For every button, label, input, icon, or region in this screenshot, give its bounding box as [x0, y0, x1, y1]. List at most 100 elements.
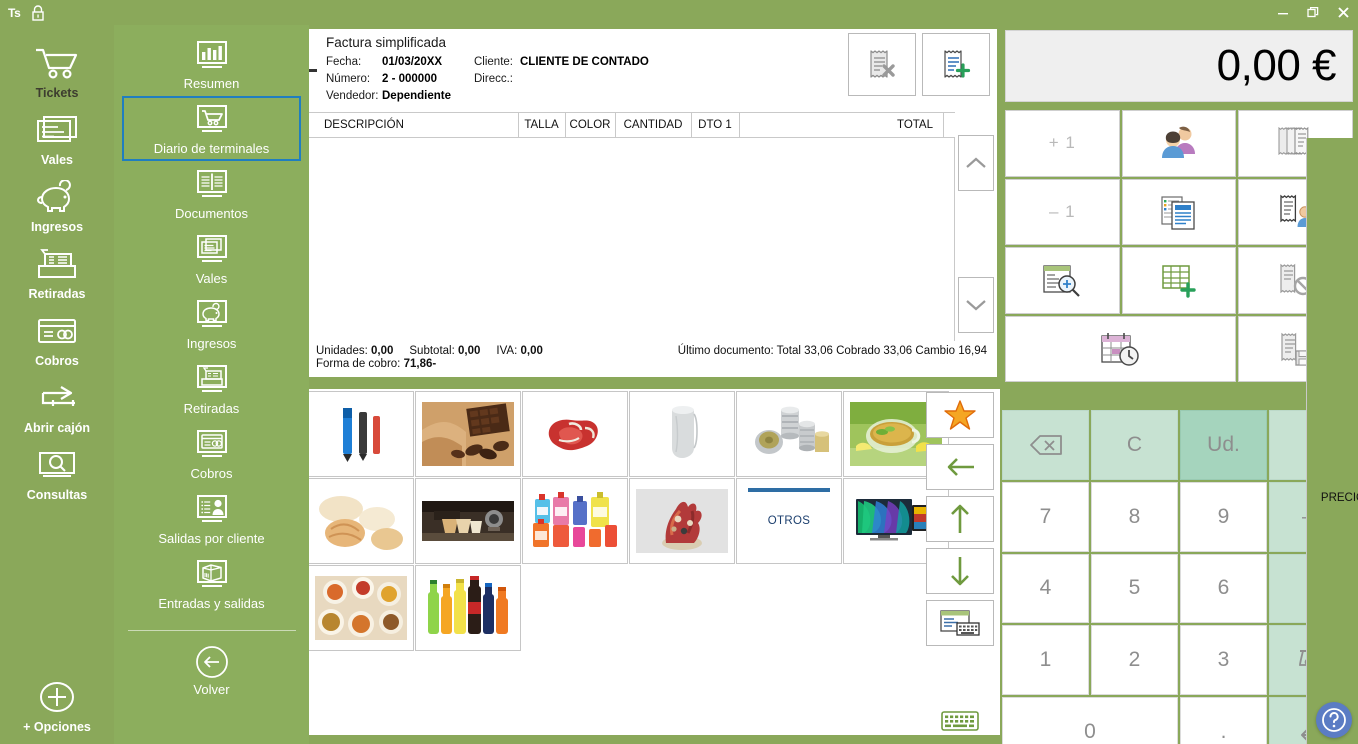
new-document-button[interactable]	[922, 33, 990, 96]
product-pens[interactable]	[308, 391, 414, 477]
help-button[interactable]	[1316, 702, 1352, 738]
document-line-items[interactable]	[306, 138, 955, 341]
close-button[interactable]	[1328, 0, 1358, 25]
view-document-button[interactable]	[1005, 247, 1120, 314]
sidebar-label-tickets: Tickets	[35, 86, 79, 100]
product-chocolate[interactable]	[415, 391, 521, 477]
receipt-delete-icon	[866, 48, 898, 82]
primary-sidebar: Tickets Vales Ingresos Retiradas Cobros …	[0, 25, 114, 744]
schedule-button[interactable]	[1005, 315, 1237, 382]
sidebar-label-vales: Vales	[41, 153, 73, 167]
page-up-button[interactable]	[926, 496, 994, 542]
action-button-grid: + 1 – 1	[1005, 110, 1353, 382]
submenu-item-vales[interactable]: Vales	[122, 226, 301, 291]
clear-key[interactable]: C	[1091, 410, 1178, 480]
product-otros[interactable]: OTROS	[736, 478, 842, 564]
sidebar-item-vales[interactable]: Vales	[2, 104, 112, 171]
key-9[interactable]: 9	[1180, 481, 1267, 552]
sidebar-label-cobros: Cobros	[35, 354, 79, 368]
sidebar-label-opciones: + Opciones	[23, 720, 91, 734]
key-8[interactable]: 8	[1091, 481, 1178, 552]
product-cleaning[interactable]	[522, 478, 628, 564]
submenu-item-cobros[interactable]: Cobros	[122, 421, 301, 486]
collapse-marker-icon	[308, 69, 317, 72]
product-bakery[interactable]	[308, 478, 414, 564]
sidebar-item-tickets[interactable]: Tickets	[2, 37, 112, 104]
submenu-label-entradas-y-salidas: Entradas y salidas	[158, 596, 265, 611]
document-status-bar: Unidades: 0,00 Subtotal: 0,00 IVA: 0,00 …	[306, 343, 997, 377]
question-circle-icon	[1320, 706, 1348, 734]
submenu-item-resumen[interactable]: Resumen	[122, 31, 301, 96]
back-button[interactable]	[926, 444, 994, 490]
sidebar-item-opciones[interactable]: + Opciones	[2, 671, 112, 744]
sidebar-label-abrir-cajon: Abrir cajón	[24, 421, 90, 435]
scroll-up-button[interactable]	[958, 135, 994, 191]
paper-roll-image	[636, 402, 728, 466]
key-6[interactable]: 6	[1180, 553, 1267, 624]
document-table-header: DESCRIPCIÓN TALLA COLOR CANTIDAD PRECIO …	[306, 112, 1358, 744]
search-form-button[interactable]	[926, 600, 994, 646]
submenu-item-volver[interactable]: Volver	[122, 637, 301, 702]
document-panel: Factura simplificada Fecha: 01/03/20XX N…	[303, 26, 1358, 744]
key-1[interactable]: 1	[1002, 625, 1089, 696]
minimize-button[interactable]	[1268, 0, 1298, 25]
lock-icon[interactable]	[31, 4, 45, 21]
product-coffee[interactable]	[415, 478, 521, 564]
key-0[interactable]: 0	[1002, 697, 1178, 744]
key-3[interactable]: 3	[1180, 625, 1267, 696]
backspace-key[interactable]	[1002, 410, 1089, 480]
page-down-button[interactable]	[926, 548, 994, 594]
sidebar-label-retiradas: Retiradas	[28, 287, 86, 301]
copy-document-button[interactable]	[1121, 178, 1237, 245]
scroll-down-button[interactable]	[958, 277, 994, 333]
restore-button[interactable]	[1298, 0, 1328, 25]
product-meat[interactable]	[522, 391, 628, 477]
submenu-item-ingresos[interactable]: Ingresos	[122, 291, 301, 356]
chevron-down-icon	[965, 298, 987, 312]
document-scroll-controls	[958, 115, 994, 341]
document-copies-icon	[1158, 193, 1200, 231]
new-table-button[interactable]	[1121, 247, 1237, 314]
product-canned-food[interactable]	[736, 391, 842, 477]
meat-image	[529, 402, 621, 466]
key-4[interactable]: 4	[1002, 553, 1089, 624]
col-descripcion: DESCRIPCIÓN	[324, 119, 404, 131]
product-tapas[interactable]	[308, 565, 414, 651]
decimal-key[interactable]: .	[1180, 697, 1267, 744]
decrement-button[interactable]: – 1	[1005, 178, 1120, 245]
onscreen-keyboard-toggle[interactable]	[940, 708, 980, 734]
submenu-item-retiradas[interactable]: Retiradas	[122, 356, 301, 421]
product-grid-panel: OTROS	[303, 386, 1000, 738]
product-decor[interactable]	[629, 478, 735, 564]
favorites-button[interactable]	[926, 392, 994, 438]
increment-button[interactable]: + 1	[1005, 110, 1120, 177]
units-key[interactable]: Ud.	[1180, 410, 1267, 480]
document-zoom-icon	[1040, 262, 1084, 298]
submenu-item-salidas-por-cliente[interactable]: Salidas por cliente	[122, 486, 301, 551]
key-2[interactable]: 2	[1091, 625, 1178, 696]
sidebar-item-retiradas[interactable]: Retiradas	[2, 238, 112, 305]
submenu-label-vales: Vales	[195, 271, 228, 286]
sidebar-item-cobros[interactable]: Cobros	[2, 305, 112, 372]
submenu-item-entradas-y-salidas[interactable]: Entradas y salidas	[122, 551, 301, 616]
col-precio: PRECIO	[1306, 138, 1358, 744]
sidebar-item-consultas[interactable]: Consultas	[2, 439, 112, 506]
arrow-up-icon	[947, 503, 973, 535]
product-paper-roll[interactable]	[629, 391, 735, 477]
search-box-icon	[35, 445, 79, 485]
sidebar-item-ingresos[interactable]: Ingresos	[2, 171, 112, 238]
key-7[interactable]: 7	[1002, 481, 1089, 552]
pos-application: Ts Tickets Vales Ingresos Retiradas Cobr…	[0, 0, 1358, 744]
cliente-value[interactable]: CLIENTE DE CONTADO	[520, 54, 649, 71]
key-5[interactable]: 5	[1091, 553, 1178, 624]
select-customer-button[interactable]	[1121, 110, 1237, 177]
chevron-up-icon	[965, 156, 987, 170]
product-drinks[interactable]	[415, 565, 521, 651]
sidebar-item-abrir-cajon[interactable]: Abrir cajón	[2, 372, 112, 439]
submenu-item-documentos[interactable]: Documentos	[122, 161, 301, 226]
submenu-label-retiradas: Retiradas	[183, 401, 240, 416]
keyboard-icon	[941, 709, 979, 733]
delete-document-button[interactable]	[848, 33, 916, 96]
submenu-item-diario-de-terminales[interactable]: Diario de terminales	[122, 96, 301, 161]
bakery-image	[315, 489, 407, 553]
